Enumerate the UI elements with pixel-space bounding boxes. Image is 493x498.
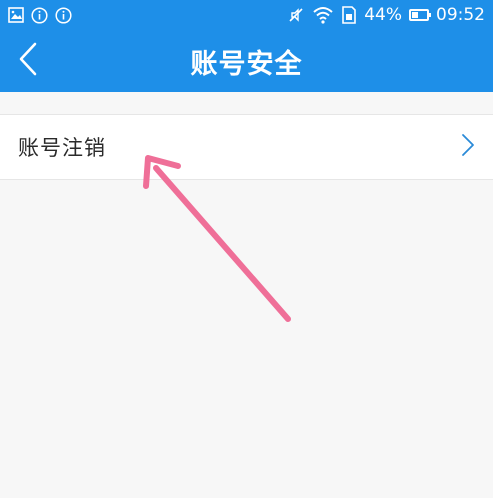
status-bar-right: 44% 09:52 bbox=[287, 5, 485, 25]
image-icon bbox=[8, 7, 24, 23]
app-bar: 账号安全 bbox=[0, 30, 493, 92]
settings-list: 账号注销 bbox=[0, 114, 493, 180]
status-bar: 44% 09:52 bbox=[0, 0, 493, 30]
info-icon bbox=[55, 6, 72, 24]
status-bar-left bbox=[8, 6, 72, 24]
clock: 09:52 bbox=[436, 5, 485, 25]
list-item-account-deletion[interactable]: 账号注销 bbox=[0, 115, 493, 179]
back-button[interactable] bbox=[6, 37, 50, 85]
sim-icon bbox=[341, 6, 357, 24]
chevron-right-icon bbox=[461, 133, 475, 161]
battery-icon bbox=[409, 9, 431, 21]
chevron-left-icon bbox=[17, 42, 39, 80]
list-item-label: 账号注销 bbox=[18, 136, 106, 160]
battery-level bbox=[412, 12, 419, 18]
battery-percent: 44% bbox=[364, 5, 402, 25]
wifi-icon bbox=[312, 6, 334, 24]
content-area: 账号注销 bbox=[0, 92, 493, 498]
mute-icon bbox=[287, 6, 305, 24]
page-title: 账号安全 bbox=[190, 48, 303, 80]
info-icon bbox=[31, 6, 48, 24]
